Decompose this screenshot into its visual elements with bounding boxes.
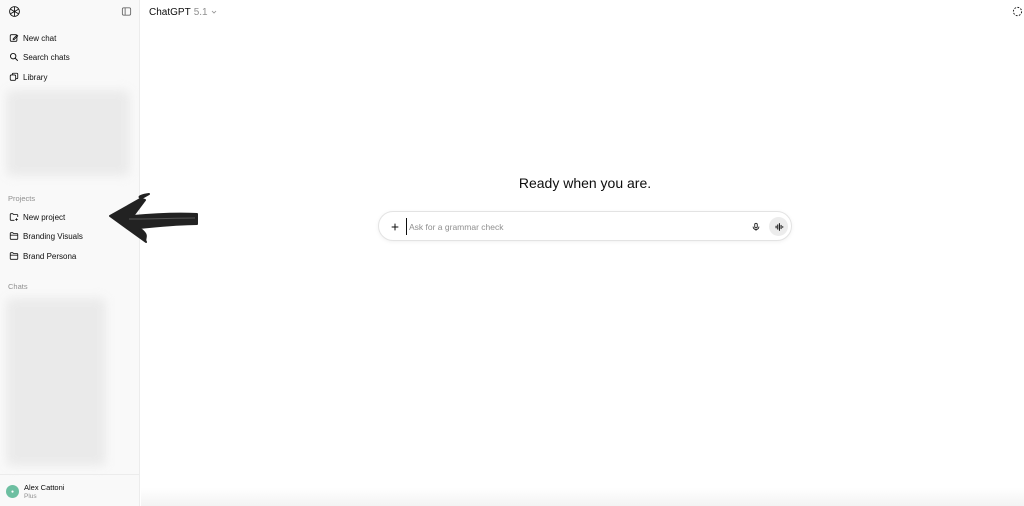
folder-icon: [8, 251, 19, 262]
annotation-arrow-icon: [109, 193, 198, 243]
waveform-icon: [774, 222, 784, 232]
chats-heading: Chats: [8, 282, 28, 291]
composer: [378, 211, 792, 241]
sidebar-toggle-icon[interactable]: [119, 4, 133, 18]
model-selector[interactable]: ChatGPT 5.1: [149, 5, 218, 19]
project-label: Branding Visuals: [23, 231, 83, 241]
page-title: Ready when you are.: [518, 175, 652, 191]
search-chats-label: Search chats: [23, 52, 70, 62]
folder-plus-icon: [8, 212, 19, 223]
model-version: 5.1: [193, 6, 208, 18]
projects-heading: Projects: [8, 194, 36, 203]
project-label: Brand Persona: [23, 251, 77, 261]
folder-icon: [8, 231, 19, 242]
sidebar-header: [0, 0, 140, 24]
sidebar: New chat Search chats Library Projects N…: [0, 0, 140, 506]
user-name: Alex Cattoni: [24, 483, 65, 492]
search-chats-button[interactable]: Search chats: [4, 48, 136, 66]
project-brand-persona[interactable]: Brand Persona: [4, 247, 136, 265]
edit-icon: [8, 33, 19, 44]
chevron-down-icon: [210, 8, 218, 16]
new-chat-label: New chat: [23, 33, 57, 43]
blurred-gpts-list: [6, 90, 130, 176]
user-account[interactable]: ● Alex Cattoni Plus: [0, 474, 140, 506]
avatar: ●: [6, 485, 19, 498]
new-chat-button[interactable]: New chat: [4, 29, 136, 47]
bottom-shade: [141, 488, 1024, 506]
temporary-chat-icon[interactable]: [1011, 5, 1023, 17]
blurred-chat-history: [6, 298, 106, 466]
search-icon: [8, 52, 19, 63]
microphone-icon[interactable]: [749, 220, 762, 233]
model-name: ChatGPT: [149, 6, 191, 18]
library-label: Library: [23, 72, 48, 82]
new-project-label: New project: [23, 212, 66, 222]
openai-logo-icon[interactable]: [7, 4, 21, 18]
voice-mode-button[interactable]: [769, 217, 788, 236]
library-button[interactable]: Library: [4, 68, 136, 86]
plus-icon[interactable]: [388, 220, 401, 233]
prompt-input[interactable]: [406, 218, 736, 235]
library-icon: [8, 72, 19, 83]
user-plan: Plus: [24, 493, 37, 500]
